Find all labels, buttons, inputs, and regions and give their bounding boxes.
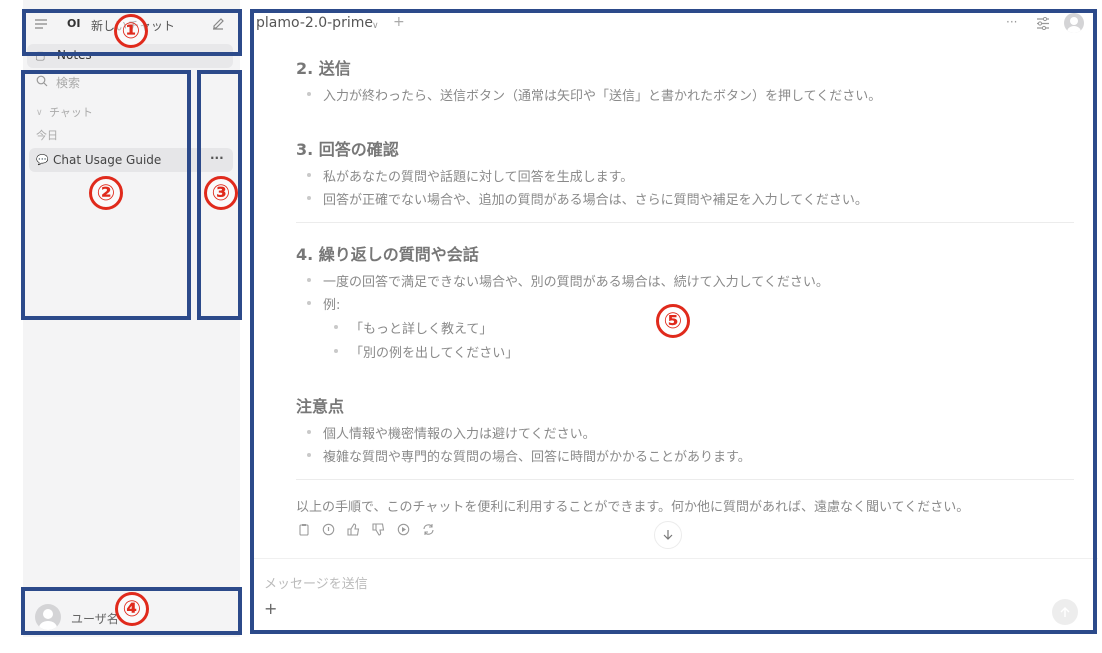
annotation-number-4: ④ [115,592,149,626]
message-actions [298,523,435,540]
chevron-down-icon[interactable]: ∨ [36,106,43,120]
new-chat-icon[interactable] [211,16,226,34]
note-icon: ▢ [35,49,46,62]
header-avatar[interactable] [1064,13,1084,33]
avatar [35,604,61,630]
search-input[interactable]: 検索 [56,74,80,91]
today-label: 今日 [36,129,58,142]
list-item: 入力が終わったら、送信ボタン（通常は矢印や「送信」と書かれたボタン）を押してくだ… [306,85,881,104]
notes-title: 注意点 [296,397,345,416]
play-icon[interactable] [397,523,410,540]
divider [296,222,1074,223]
annotation-number-2: ② [89,176,123,210]
chat-item-more-button[interactable]: ··· [202,148,232,172]
attach-button[interactable]: + [264,599,277,618]
arrow-down-icon [663,530,673,540]
sub-list-item: 「もっと詳しく教えて」 [333,318,492,337]
username-label: ユーザ名 [71,612,119,626]
menu-icon[interactable] [34,18,48,33]
chevron-down-icon[interactable]: ∨ [372,19,379,33]
notes-label: Notes [57,48,92,62]
sub-list-item: 「別の例を出してください」 [333,342,518,361]
controls-icon[interactable] [1036,16,1050,33]
list-item: 私があなたの質問や話題に対して回答を生成します。 [306,166,633,185]
model-selector[interactable]: plamo-2.0-prime [256,15,373,31]
chat-bubble-icon: 💬 [36,155,49,166]
annotation-number-5: ⑤ [656,304,690,338]
list-item: 複雑な質問や専門的な質問の場合、回答に時間がかかることがあります。 [307,446,751,465]
chat-item-label: Chat Usage Guide [53,153,162,167]
divider [296,479,1074,480]
add-model-button[interactable]: + [393,14,405,30]
chats-section-label[interactable]: チャット [49,104,93,120]
thumbs-down-icon[interactable] [372,523,385,540]
copy-icon[interactable] [298,523,310,540]
more-icon: ··· [210,151,224,165]
sidebar: OI 新しいチャット ▢ Notes 検索 ∨ チャット 今日 💬 Chat U… [23,0,240,637]
scroll-down-button[interactable] [654,521,682,549]
regenerate-icon[interactable] [422,523,435,540]
search-icon[interactable] [36,75,48,90]
section-3-title: 3. 回答の確認 [296,140,399,159]
annotation-number-3: ③ [204,176,238,210]
more-options-button[interactable]: ··· [1006,15,1017,29]
logo: OI [67,17,81,30]
section-2-title: 2. 送信 [296,59,351,78]
list-item: 一度の回答で満足できない場合や、別の質問がある場合は、続けて入力してください。 [307,271,829,290]
message-input[interactable]: メッセージを送信 [264,573,368,592]
thumbs-up-icon[interactable] [347,523,360,540]
list-item: 回答が正確でない場合や、追加の質問がある場合は、さらに質問や補足を入力してくださ… [307,189,868,208]
message-composer: メッセージを送信 + [254,558,1098,635]
list-item: 個人情報や機密情報の入力は避けてください。 [307,423,596,442]
arrow-up-icon [1060,607,1070,617]
list-item: 例: [306,294,340,313]
info-icon[interactable] [322,523,335,540]
chat-header: plamo-2.0-prime ∨ + ··· [250,10,1102,36]
annotation-number-1: ① [114,14,148,48]
section-4-title: 4. 繰り返しの質問や会話 [296,245,479,264]
send-button[interactable] [1052,599,1078,625]
closing-paragraph: 以上の手順で、このチャットを便利に利用することができます。何か他に質問があれば、… [296,500,970,515]
